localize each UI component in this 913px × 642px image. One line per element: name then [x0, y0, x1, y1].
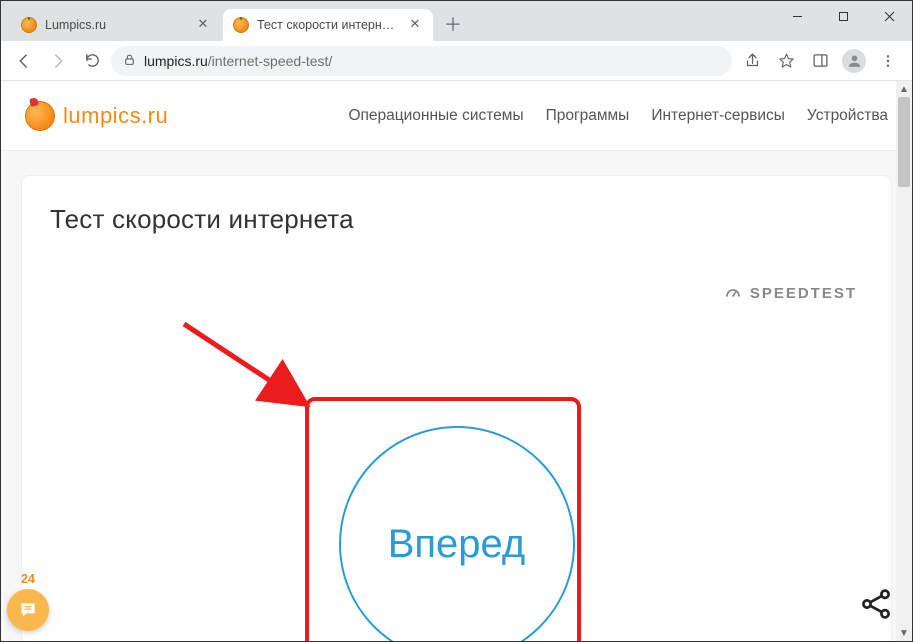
- brand-text: SPEEDTEST: [750, 285, 857, 302]
- logo-text: lumpics.ru: [63, 103, 168, 129]
- address-bar[interactable]: lumpics.ru/internet-speed-test/: [111, 46, 732, 76]
- profile-button[interactable]: [838, 46, 870, 76]
- orange-favicon: [233, 17, 249, 33]
- tab-speedtest[interactable]: Тест скорости интернета ✕: [223, 9, 433, 41]
- back-button[interactable]: [9, 46, 39, 76]
- go-label: Вперед: [388, 522, 526, 567]
- nav-devices[interactable]: Устройства: [807, 107, 888, 125]
- minimize-button[interactable]: [774, 1, 820, 31]
- maximize-button[interactable]: [820, 1, 866, 31]
- scroll-up-icon[interactable]: ▲: [896, 81, 912, 97]
- tab-lumpics[interactable]: Lumpics.ru ✕: [11, 9, 221, 41]
- side-panel-icon[interactable]: [804, 46, 836, 76]
- chat-widget[interactable]: 24: [7, 572, 49, 631]
- chat-count: 24: [7, 572, 49, 586]
- gauge-icon: [724, 284, 742, 302]
- orange-favicon: [21, 17, 37, 33]
- go-button[interactable]: Вперед: [339, 426, 575, 641]
- go-button-wrap: Вперед: [339, 426, 575, 641]
- page-viewport: lumpics.ru Операционные системы Программ…: [1, 81, 912, 641]
- window-controls: [774, 1, 912, 33]
- browser-toolbar: lumpics.ru/internet-speed-test/: [1, 41, 912, 81]
- browser-window: Lumpics.ru ✕ Тест скорости интернета ✕ ＋: [0, 0, 913, 642]
- share-button[interactable]: [858, 586, 894, 627]
- share-page-icon[interactable]: [736, 46, 768, 76]
- lock-icon: [123, 53, 136, 69]
- page-title: Тест скорости интернета: [50, 204, 863, 235]
- toolbar-right: [736, 46, 904, 76]
- site-header: lumpics.ru Операционные системы Программ…: [1, 81, 912, 151]
- nav-services[interactable]: Интернет-сервисы: [651, 107, 785, 125]
- scrollbar[interactable]: ▲ ▼: [896, 81, 912, 641]
- avatar-icon: [842, 49, 866, 73]
- close-icon[interactable]: ✕: [195, 17, 211, 33]
- menu-icon[interactable]: [872, 46, 904, 76]
- tab-strip: Lumpics.ru ✕ Тест скорости интернета ✕ ＋: [1, 1, 912, 41]
- close-icon[interactable]: ✕: [407, 17, 423, 33]
- bookmark-icon[interactable]: [770, 46, 802, 76]
- scroll-down-icon[interactable]: ▼: [896, 625, 912, 641]
- orange-logo-icon: [25, 101, 55, 131]
- url-text: lumpics.ru/internet-speed-test/: [144, 53, 332, 69]
- tab-title: Тест скорости интернета: [257, 18, 399, 32]
- forward-button[interactable]: [43, 46, 73, 76]
- nav-os[interactable]: Операционные системы: [348, 107, 523, 125]
- speedtest-brand: SPEEDTEST: [724, 284, 857, 302]
- tab-title: Lumpics.ru: [45, 18, 187, 32]
- scroll-thumb[interactable]: [898, 97, 910, 187]
- window-close-button[interactable]: [866, 1, 912, 31]
- new-tab-button[interactable]: ＋: [439, 10, 467, 38]
- site-logo[interactable]: lumpics.ru: [25, 101, 168, 131]
- content-card: Тест скорости интернета SPEEDTEST Вперед: [21, 175, 892, 641]
- chat-icon: [7, 589, 49, 631]
- nav-programs[interactable]: Программы: [546, 107, 630, 125]
- reload-button[interactable]: [77, 46, 107, 76]
- site-nav: Операционные системы Программы Интернет-…: [348, 107, 888, 125]
